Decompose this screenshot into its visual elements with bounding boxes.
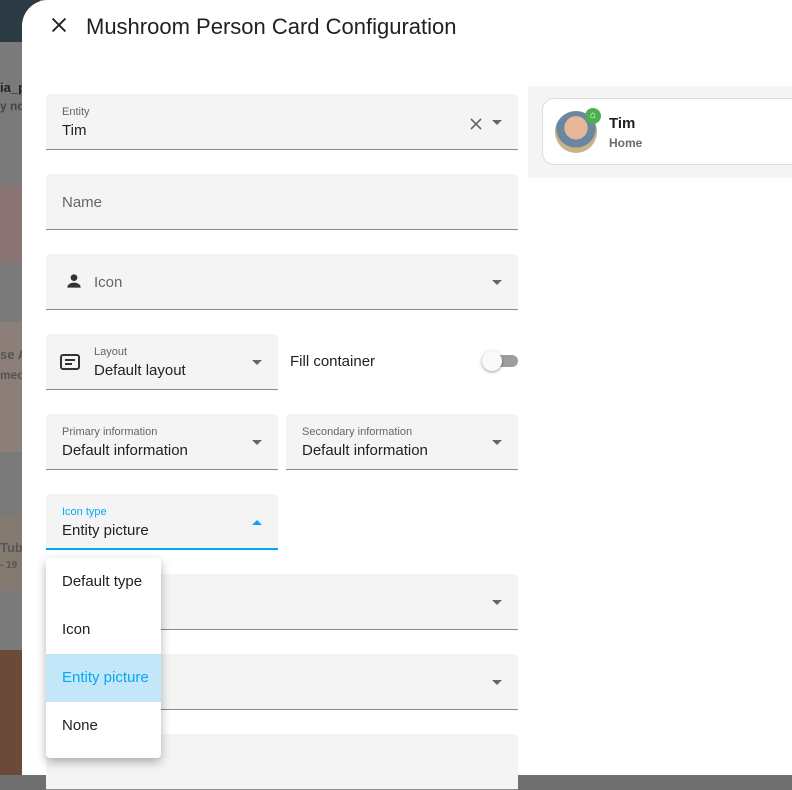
dropdown-arrow-icon[interactable] bbox=[252, 360, 262, 365]
background-text: med bbox=[0, 368, 25, 382]
secondary-value: Default information bbox=[302, 442, 428, 459]
icon-type-value: Entity picture bbox=[62, 522, 149, 539]
primary-info-select[interactable]: Primary information Default information bbox=[46, 414, 278, 470]
primary-label: Primary information bbox=[62, 426, 158, 438]
dropdown-arrow-icon[interactable] bbox=[492, 680, 502, 685]
layout-label: Layout bbox=[94, 346, 128, 358]
primary-value: Default information bbox=[62, 442, 188, 459]
dropdown-arrow-icon[interactable] bbox=[492, 440, 502, 445]
menu-item-icon[interactable]: Icon bbox=[46, 606, 161, 654]
entity-label: Entity bbox=[62, 106, 90, 118]
clear-icon[interactable] bbox=[470, 118, 482, 130]
secondary-label: Secondary information bbox=[302, 426, 413, 438]
person-state: Home bbox=[609, 136, 643, 150]
close-icon[interactable] bbox=[48, 14, 70, 36]
dropdown-arrow-icon[interactable] bbox=[492, 120, 502, 125]
card-config-dialog: Mushroom Person Card Configuration Entit… bbox=[22, 0, 792, 790]
name-placeholder: Name bbox=[62, 194, 103, 211]
entity-value: Tim bbox=[62, 122, 87, 139]
icon-type-label: Icon type bbox=[62, 506, 107, 518]
menu-item-entity-picture[interactable]: Entity picture bbox=[46, 654, 161, 702]
layout-select[interactable]: Layout Default layout bbox=[46, 334, 278, 390]
fill-container-toggle[interactable] bbox=[482, 351, 518, 371]
name-input[interactable]: Name bbox=[46, 174, 518, 230]
person-icon bbox=[67, 274, 81, 288]
background-text: - 19 bbox=[0, 560, 18, 571]
fill-container-label: Fill container bbox=[290, 353, 376, 370]
secondary-info-select[interactable]: Secondary information Default informatio… bbox=[286, 414, 518, 470]
menu-item-default-type[interactable]: Default type bbox=[46, 558, 161, 606]
icon-type-menu: Default type Icon Entity picture None bbox=[46, 558, 161, 758]
icon-placeholder: Icon bbox=[94, 274, 123, 291]
dropdown-arrow-icon[interactable] bbox=[252, 440, 262, 445]
dialog-title: Mushroom Person Card Configuration bbox=[86, 14, 457, 39]
icon-picker[interactable]: Icon bbox=[46, 254, 518, 310]
person-card[interactable]: ⌂ Tim Home bbox=[542, 98, 792, 165]
dropdown-arrow-icon[interactable] bbox=[492, 280, 502, 285]
card-preview: ⌂ Tim Home bbox=[528, 86, 792, 178]
person-name: Tim bbox=[609, 115, 636, 132]
layout-icon bbox=[60, 354, 80, 370]
layout-value: Default layout bbox=[94, 362, 186, 379]
dropdown-arrow-up-icon[interactable] bbox=[252, 520, 262, 525]
menu-item-none[interactable]: None bbox=[46, 702, 161, 750]
entity-picker[interactable]: Entity Tim bbox=[46, 94, 518, 150]
dropdown-arrow-icon[interactable] bbox=[492, 600, 502, 605]
background-text: Tub bbox=[0, 540, 23, 555]
home-badge-icon: ⌂ bbox=[585, 108, 601, 124]
icon-type-select[interactable]: Icon type Entity picture bbox=[46, 494, 278, 550]
